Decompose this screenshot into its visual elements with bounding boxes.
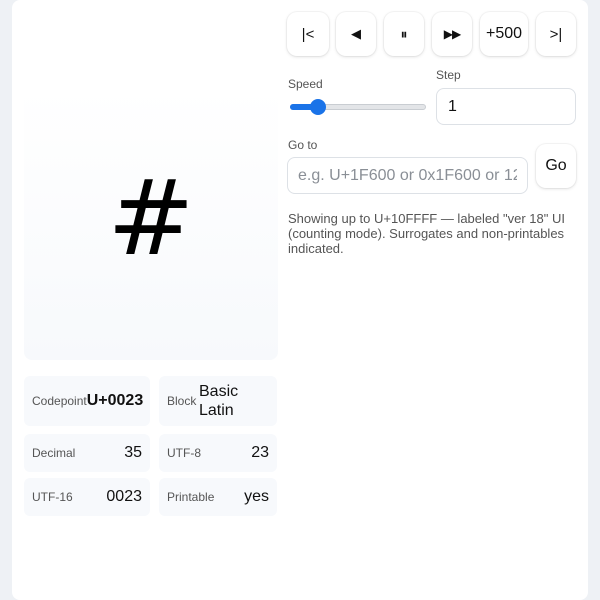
- speed-slider[interactable]: [290, 98, 426, 116]
- utf8-value: 23: [251, 444, 269, 461]
- printable-cell: Printable yes: [159, 478, 277, 516]
- block-label: Block: [167, 394, 197, 408]
- go-button[interactable]: Go: [536, 144, 576, 188]
- utf16-value: 0023: [106, 488, 142, 505]
- utf8-label: UTF-8: [167, 446, 201, 460]
- glyph-character: #: [107, 157, 195, 279]
- printable-label: Printable: [167, 490, 215, 504]
- utf8-cell: UTF-8 23: [159, 434, 277, 472]
- fast-forward-button[interactable]: ▶▶: [432, 12, 472, 56]
- decimal-cell: Decimal 35: [24, 434, 150, 472]
- codepoint-label: Codepoint: [32, 394, 87, 408]
- utf16-cell: UTF-16 0023: [24, 478, 150, 516]
- decimal-label: Decimal: [32, 446, 76, 460]
- block-cell: Block Basic Latin: [159, 376, 277, 426]
- help-text: Showing up to U+10FFFF — labeled "ver 18…: [288, 211, 565, 256]
- block-value: Basic Latin: [199, 383, 239, 419]
- glyph-preview: #: [24, 88, 278, 360]
- codepoint-cell: Codepoint U+0023: [24, 376, 150, 426]
- previous-button[interactable]: ◀: [336, 12, 376, 56]
- decimal-value: 35: [124, 444, 142, 461]
- speed-label: Speed: [288, 77, 323, 91]
- utf16-label: UTF-16: [32, 490, 73, 504]
- step-input[interactable]: [436, 88, 576, 125]
- goto-input[interactable]: [287, 157, 528, 194]
- first-button[interactable]: |<: [287, 12, 329, 56]
- last-button[interactable]: >|: [536, 12, 576, 56]
- step-label: Step: [436, 68, 461, 82]
- codepoint-value: U+0023: [86, 392, 144, 409]
- printable-value: yes: [244, 488, 269, 505]
- jump-500-button[interactable]: +500: [480, 12, 528, 56]
- pause-button[interactable]: ⏸: [384, 12, 424, 56]
- slider-thumb[interactable]: [310, 99, 327, 115]
- goto-label: Go to: [288, 138, 318, 152]
